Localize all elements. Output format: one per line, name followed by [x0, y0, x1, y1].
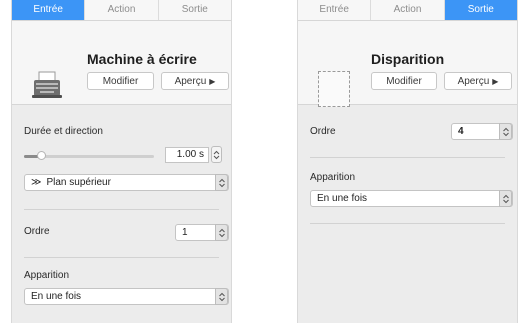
modify-label: Modifier [102, 76, 139, 87]
appearance-label: Apparition [310, 172, 356, 183]
duration-direction-label: Durée et direction [24, 126, 103, 137]
direction-text: Plan supérieur [46, 177, 111, 188]
duration-slider[interactable] [24, 151, 154, 160]
order-label: Ordre [310, 126, 336, 137]
separator [310, 157, 505, 158]
order-popup[interactable]: 4 [451, 123, 513, 140]
tab-entree[interactable]: Entrée [12, 0, 86, 20]
modify-label: Modifier [386, 76, 422, 87]
typewriter-icon [32, 71, 62, 98]
preview-button[interactable]: Aperçu ▶ [444, 72, 512, 90]
order-value: 1 [182, 227, 188, 238]
effect-title: Disparition [371, 51, 445, 67]
preview-button[interactable]: Aperçu ▶ [161, 72, 229, 90]
appearance-value: En une fois [31, 291, 82, 302]
separator [24, 257, 219, 258]
play-icon: ▶ [209, 77, 216, 86]
build-in-inspector: Entrée Action Sortie Machine à écrire Mo… [11, 0, 232, 323]
effect-header: Machine à écrire Modifier Aperçu ▶ [12, 21, 231, 105]
order-popup-arrows [215, 224, 228, 241]
order-popup-arrows [499, 123, 512, 140]
effect-header: Disparition Modifier Aperçu ▶ [298, 21, 517, 107]
direction-value: ≫ Plan supérieur [31, 175, 111, 190]
order-label: Ordre [24, 226, 50, 237]
popup-arrows-icon [219, 228, 225, 238]
tab-sortie[interactable]: Sortie [159, 0, 231, 20]
popup-arrows-icon [219, 178, 225, 188]
appearance-popup[interactable]: En une fois [24, 288, 229, 305]
tab-sortie[interactable]: Sortie [444, 0, 517, 20]
tab-action[interactable]: Action [85, 0, 159, 20]
preview-label: Aperçu [457, 76, 490, 87]
tab-entree[interactable]: Entrée [298, 0, 372, 20]
duration-slider-knob[interactable] [37, 151, 46, 160]
play-icon: ▶ [492, 77, 499, 86]
build-out-inspector: Entrée Action Sortie Disparition Modifie… [297, 0, 518, 323]
appearance-popup-arrows [499, 190, 512, 207]
modify-button[interactable]: Modifier [87, 72, 154, 90]
separator [24, 209, 219, 210]
inspector-tabs: Entrée Action Sortie [298, 0, 517, 21]
preview-label: Aperçu [174, 76, 207, 87]
appearance-popup-arrows [215, 288, 228, 305]
popup-arrows-icon [503, 127, 509, 137]
appearance-popup[interactable]: En une fois [310, 190, 513, 207]
popup-arrows-icon [503, 194, 509, 204]
dashed-placeholder-icon [318, 71, 350, 107]
order-value: 4 [458, 126, 464, 137]
direction-popup[interactable]: ≫ Plan supérieur [24, 174, 229, 191]
modify-button[interactable]: Modifier [371, 72, 437, 90]
separator [310, 223, 505, 224]
stepper-arrows-icon [213, 150, 220, 160]
duration-field[interactable]: 1.00 s [165, 147, 209, 163]
order-popup[interactable]: 1 [175, 224, 229, 241]
effect-title: Machine à écrire [87, 51, 197, 67]
popup-arrows-icon [219, 292, 225, 302]
direction-popup-arrows [215, 174, 228, 191]
appearance-label: Apparition [24, 270, 70, 281]
appearance-value: En une fois [317, 193, 368, 204]
tab-action[interactable]: Action [371, 0, 445, 20]
inspector-tabs: Entrée Action Sortie [12, 0, 231, 21]
double-chevron-right-icon: ≫ [31, 177, 42, 188]
duration-stepper[interactable] [211, 146, 222, 163]
